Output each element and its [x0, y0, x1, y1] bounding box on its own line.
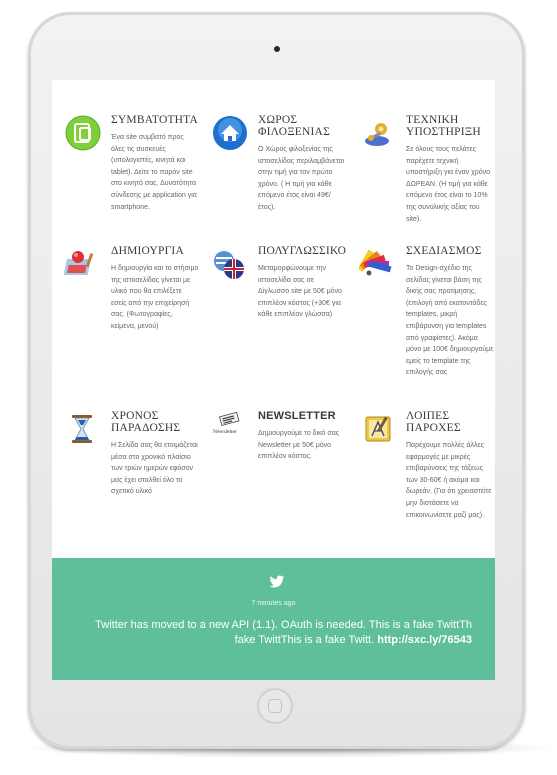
hourglass-icon	[72, 415, 92, 443]
home-button[interactable]	[257, 688, 293, 724]
feature-title: ΤΕΧΝΙΚΗ ΥΠΟΣΤΗΡΙΞΗ	[406, 114, 481, 138]
newsletter-icon-caption: Newsletter	[213, 429, 237, 435]
tweet-text-block: Twitter has moved to a new API (1.1). OA…	[72, 618, 472, 648]
feature-title: ΧΩΡΟΣ ΦΙΛΟΞΕΝΙΑΣ	[258, 114, 330, 138]
feature-text: Μεταμορφώνουμε την ιστοσελίδα σας σε Δίγ…	[258, 265, 342, 319]
newsletter-icon: Newsletter	[211, 410, 249, 448]
feature-text: Δημιουργούμε το δικό σας Newsletter με 5…	[258, 430, 340, 461]
feature-text: Η Σελίδα σας θα ετοιμάζεται μέσα στο χρο…	[111, 442, 198, 496]
feature-text: Το Design-σχέδιο της σελίδας γίνεται βάσ…	[406, 265, 494, 377]
feature-title: ΣΥΜΒΑΤΟΤΗΤΑ	[111, 114, 198, 126]
feature-title: ΧΡΟΝΟΣ ΠΑΡΑΔΟΣΗΣ	[111, 410, 181, 434]
home-icon	[213, 116, 247, 150]
tweet-time: 7 minutes ago	[251, 600, 296, 607]
paint-icon	[64, 251, 94, 275]
support-icon	[365, 123, 389, 146]
feature-text: Σε όλους τους πελάτες παρέχετε τεχνική υ…	[406, 146, 491, 223]
flags-icon	[214, 251, 244, 279]
feature-text: Ένα site συμβατό προς όλες τις συσκευές …	[111, 134, 197, 211]
feature-title: NEWSLETTER	[258, 410, 336, 422]
color-palette-icon	[359, 249, 392, 276]
feature-title: ΣΧΕΔΙΑΣΜΟΣ	[406, 245, 482, 257]
tablet-screen: ΣΥΜΒΑΤΟΤΗΤΑ Ένα site συμβατό προς όλες τ…	[52, 80, 495, 680]
feature-title: ΠΟΛΥΓΛΩΣΣΙΚΟ	[258, 245, 347, 257]
twitter-feed: 7 minutes ago Twitter has moved to a new…	[52, 558, 495, 680]
tweet-link[interactable]: http://sxc.ly/76543	[377, 634, 472, 646]
camera-dot	[274, 46, 280, 52]
feature-text: Παρέχουμε πολλές άλλες εφαρμογές με μικρ…	[406, 442, 492, 519]
feature-text: Η δημιουργία και το στήσιμο της ιστοσελί…	[111, 265, 199, 330]
feature-title: ΛΟΙΠΕΣ ΠΑΡΟΧΕΣ	[406, 410, 461, 434]
feature-title: ΔΗΜΙΟΥΡΓΙΑ	[111, 245, 184, 257]
tablet-icon	[65, 115, 101, 151]
design-tools-icon	[365, 416, 391, 442]
home-button-icon	[268, 699, 282, 713]
twitter-bird-icon[interactable]	[269, 575, 285, 589]
feature-text: Ο Χώρος φιλοξενίας της ιστοσελίδας περιλ…	[258, 146, 345, 211]
